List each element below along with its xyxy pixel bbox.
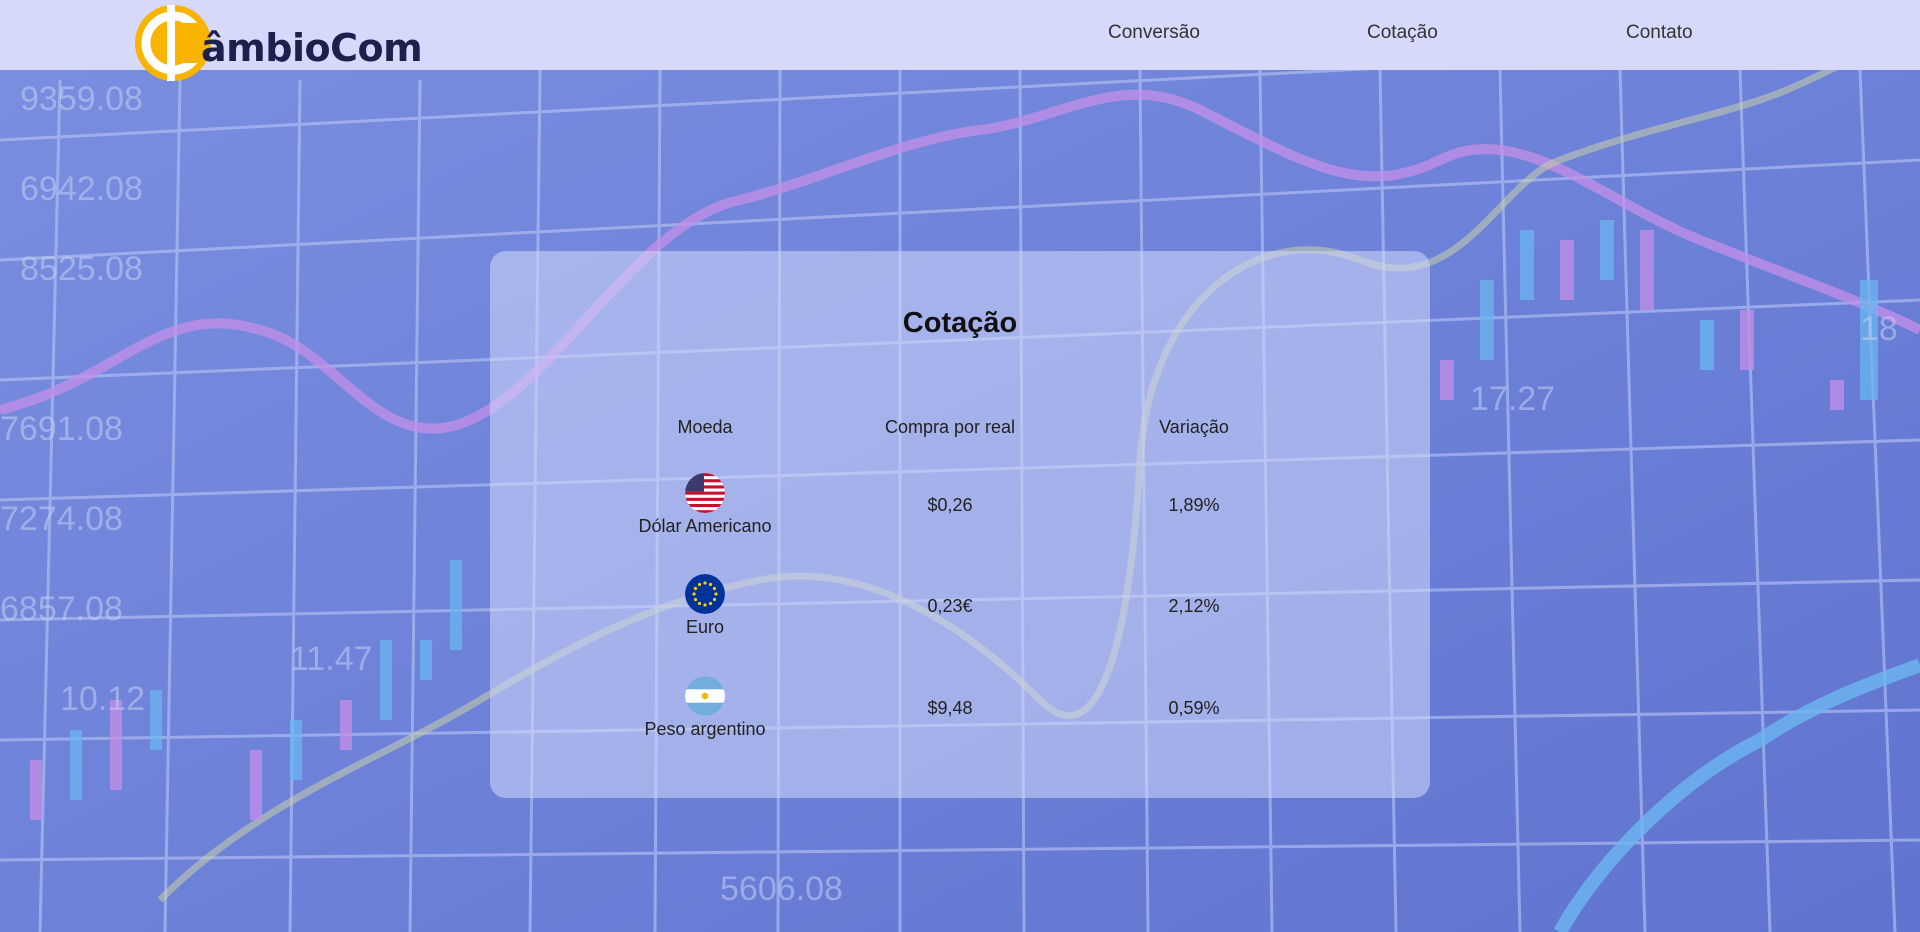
- currency-name: Peso argentino: [644, 719, 766, 739]
- logo-text: âmbioCom: [201, 26, 423, 70]
- variation-value: 0,59%: [1168, 698, 1220, 718]
- buy-value: 0,23€: [927, 596, 973, 616]
- svg-text:17.27: 17.27: [1470, 380, 1555, 418]
- argentina-flag-icon: [685, 676, 725, 716]
- nav-link-conversao[interactable]: Conversão: [1108, 22, 1200, 44]
- currency-name: Euro: [685, 617, 725, 637]
- quotation-card: Cotação Moeda Compra por real Variação D…: [490, 251, 1430, 798]
- usa-flag-icon: [685, 473, 725, 513]
- logo[interactable]: âmbioCom: [133, 3, 433, 83]
- column-header-buy: Compra por real: [884, 417, 1016, 437]
- currency-cell: Euro: [605, 574, 805, 654]
- currency-cell: Peso argentino: [605, 676, 805, 756]
- table-row: Euro 0,23€ 2,12%: [490, 574, 1430, 674]
- svg-text:18: 18: [1860, 310, 1898, 348]
- svg-text:11.47: 11.47: [290, 640, 373, 678]
- svg-text:9359.08: 9359.08: [20, 80, 143, 118]
- buy-value: $9,48: [927, 698, 973, 718]
- column-header-variation: Variação: [1159, 417, 1229, 437]
- table-row: Dólar Americano $0,26 1,89%: [490, 473, 1430, 573]
- top-navbar: âmbioCom Conversão Cotação Contato: [0, 0, 1920, 81]
- buy-value: $0,26: [927, 495, 973, 515]
- table-row: Peso argentino $9,48 0,59%: [490, 676, 1430, 776]
- svg-text:6857.08: 6857.08: [0, 590, 123, 628]
- currency-cell: Dólar Americano: [605, 473, 805, 553]
- eu-flag-icon: [685, 574, 725, 614]
- nav-link-cotacao[interactable]: Cotação: [1367, 22, 1438, 44]
- svg-text:10.12: 10.12: [60, 680, 145, 718]
- svg-text:7691.08: 7691.08: [0, 410, 123, 448]
- svg-text:5606.08: 5606.08: [720, 870, 843, 908]
- column-header-currency: Moeda: [677, 417, 733, 437]
- nav-link-contato[interactable]: Contato: [1626, 22, 1693, 44]
- variation-value: 2,12%: [1168, 596, 1220, 616]
- svg-text:6942.08: 6942.08: [20, 170, 143, 208]
- svg-text:8525.08: 8525.08: [20, 250, 143, 288]
- currency-name: Dólar Americano: [638, 516, 772, 536]
- svg-text:7274.08: 7274.08: [0, 500, 123, 538]
- card-title: Cotação: [902, 307, 1018, 339]
- variation-value: 1,89%: [1168, 495, 1220, 515]
